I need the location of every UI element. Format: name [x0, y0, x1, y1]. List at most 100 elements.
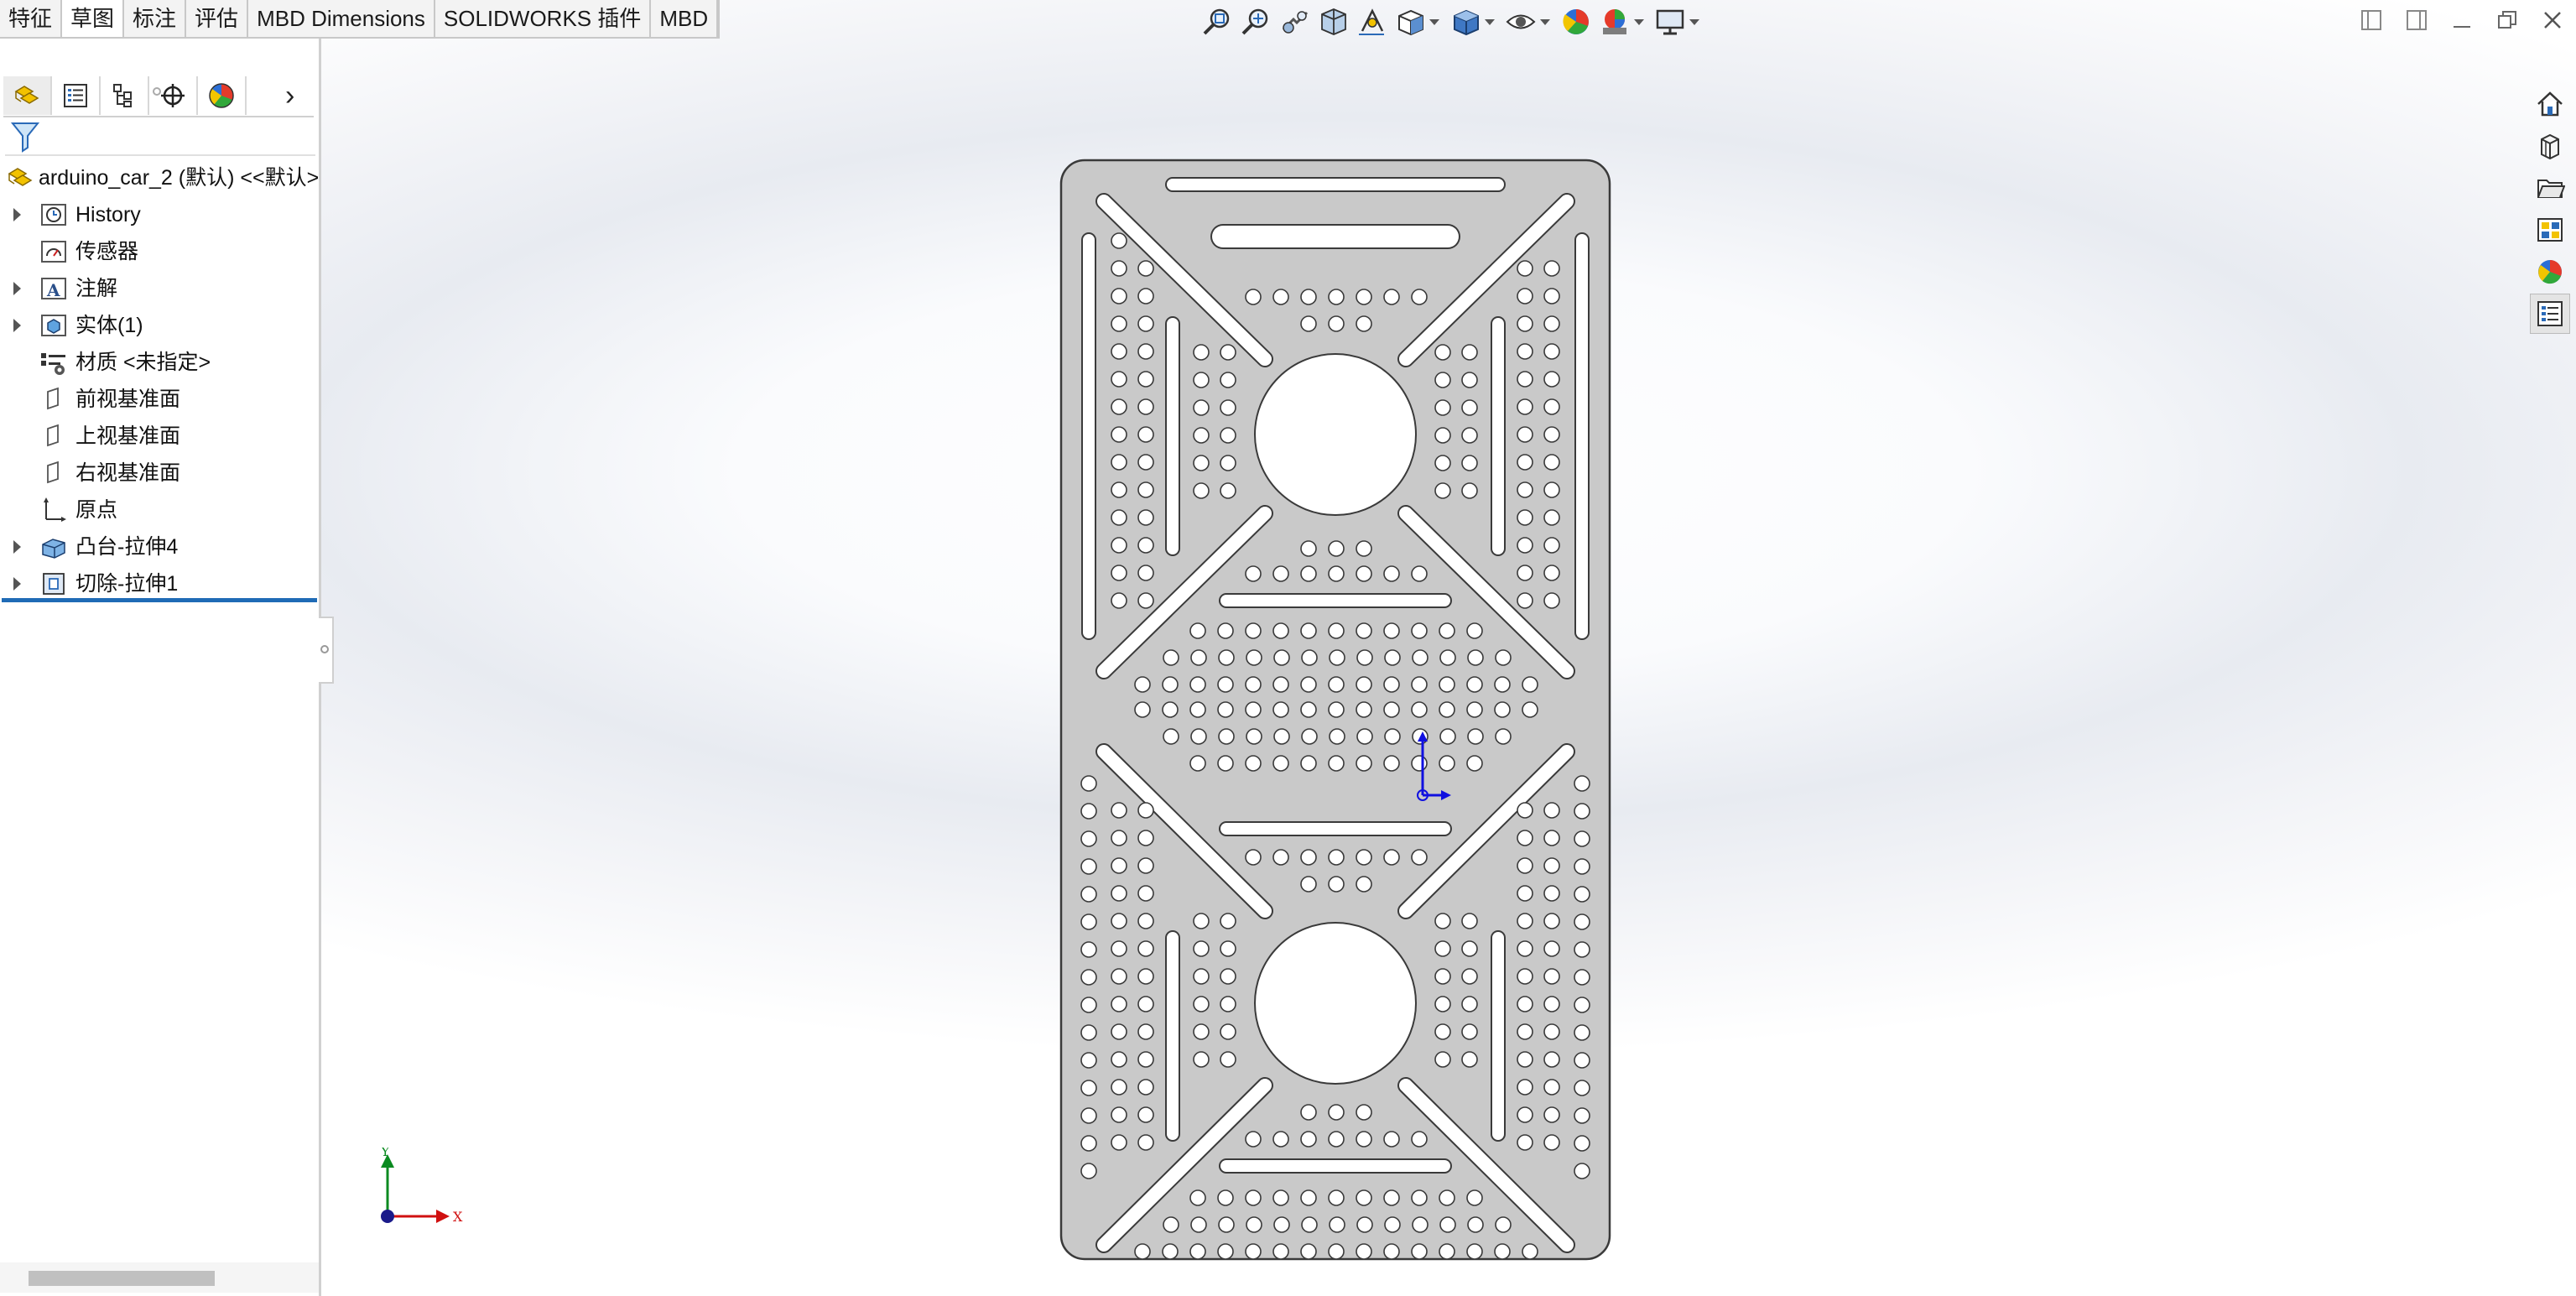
tree-item-label: 切除-拉伸1: [75, 572, 179, 596]
tree-item[interactable]: 切除-拉伸1: [0, 565, 319, 602]
expand-arrow-icon[interactable]: [13, 577, 21, 591]
feature-manager-tab[interactable]: [3, 76, 52, 115]
dimxpert-manager-tab[interactable]: [149, 76, 198, 115]
zoom-to-area-icon: [1241, 8, 1268, 35]
window-controls: [2356, 5, 2568, 35]
tile-left-icon: [2361, 10, 2381, 30]
horizontal-scrollbar[interactable]: [0, 1262, 319, 1293]
reference-triad[interactable]: Y X: [369, 1148, 470, 1231]
annotations-icon: A: [39, 273, 69, 304]
tree-filter[interactable]: [5, 117, 315, 156]
tree-item[interactable]: 实体(1): [0, 307, 319, 344]
view-palette-tab[interactable]: [2530, 210, 2570, 250]
hide-show-items-button[interactable]: [1503, 5, 1538, 39]
custom-properties-tab[interactable]: [2530, 294, 2570, 334]
expand-arrow-icon[interactable]: [13, 319, 21, 332]
command-tab[interactable]: 标注: [124, 0, 187, 37]
task-pane-home-tab[interactable]: [2530, 84, 2570, 124]
view-orientation-dropdown[interactable]: [1429, 18, 1439, 25]
configuration-manager-tab[interactable]: [101, 76, 149, 115]
restore-button[interactable]: [2492, 5, 2522, 35]
zoom-to-area-button[interactable]: [1238, 5, 1273, 39]
tree-item[interactable]: 前视基准面: [0, 381, 319, 418]
part-icon: [5, 163, 35, 193]
edit-appearance-icon: [1563, 9, 1589, 34]
hide-show-dropdown[interactable]: [1540, 18, 1550, 25]
tree-item-label: 实体(1): [75, 314, 143, 337]
previous-view-button[interactable]: [1277, 5, 1312, 39]
tree-item[interactable]: History: [0, 196, 319, 233]
chevron-right-icon[interactable]: ›: [285, 79, 294, 112]
dimxpert-icon: [161, 84, 185, 107]
view-orientation-icon: [1398, 9, 1423, 36]
tree-item[interactable]: A 注解: [0, 270, 319, 307]
file-explorer-icon: [2537, 180, 2565, 198]
tree-item-label: 前视基准面: [75, 388, 181, 411]
plane-icon: [39, 421, 69, 451]
apply-scene-button[interactable]: [1597, 5, 1632, 39]
collapse-dot-icon: [320, 645, 329, 653]
command-tab[interactable]: 草图: [62, 0, 125, 37]
minimize-button[interactable]: [2447, 5, 2477, 35]
svg-text:A: A: [46, 280, 60, 300]
close-icon: [2544, 12, 2561, 29]
tree-item-label: 凸台-拉伸4: [75, 535, 179, 559]
panel-collapse-handle[interactable]: [319, 617, 334, 684]
minimize-icon: [2454, 26, 2470, 28]
tree-item[interactable]: 传感器: [0, 233, 319, 270]
tree-item[interactable]: 凸台-拉伸4: [0, 528, 319, 565]
tile-right-button[interactable]: [2402, 5, 2432, 35]
appearances-tab[interactable]: [2530, 252, 2570, 292]
zoom-to-fit-button[interactable]: [1200, 5, 1235, 39]
property-manager-tab[interactable]: [52, 76, 101, 115]
view-orientation-button[interactable]: [1392, 5, 1428, 39]
command-tab[interactable]: MBD Dimensions: [248, 0, 435, 37]
tree-item-label: 材质 <未指定>: [75, 351, 211, 374]
section-view-icon: [1321, 8, 1346, 35]
tree-root-item[interactable]: arduino_car_2 (默认) <<默认>: [0, 159, 319, 196]
history-folder-icon: [39, 200, 69, 230]
tree-item-label: History: [75, 203, 141, 226]
command-manager-tabs: 特征 草图 标注 评估 MBD Dimensions SOLIDWORKS 插件 MBD: [0, 0, 721, 39]
expand-arrow-icon[interactable]: [13, 282, 21, 295]
close-button[interactable]: [2537, 5, 2568, 35]
tree-item[interactable]: 材质 <未指定>: [0, 344, 319, 381]
part-model[interactable]: [1059, 158, 1612, 1262]
section-view-button[interactable]: [1315, 5, 1350, 39]
design-library-tab[interactable]: [2530, 126, 2570, 166]
view-settings-dropdown[interactable]: [1689, 18, 1699, 25]
tree-item[interactable]: 原点: [0, 492, 319, 528]
configuration-manager-icon: [113, 84, 132, 107]
appearances-icon: [2538, 260, 2562, 284]
tile-left-button[interactable]: [2356, 5, 2386, 35]
origin-icon: [39, 495, 69, 525]
tree-item[interactable]: 右视基准面: [0, 455, 319, 492]
triad-x-label: X: [453, 1209, 463, 1225]
command-tab[interactable]: SOLIDWORKS 插件: [435, 0, 652, 37]
tree-item-label: arduino_car_2 (默认) <<默认>: [39, 166, 320, 190]
home-icon: [2537, 91, 2563, 117]
expand-arrow-icon[interactable]: [13, 208, 21, 221]
view-settings-button[interactable]: [1652, 5, 1688, 39]
tile-right-icon: [2407, 10, 2427, 30]
expand-arrow-icon[interactable]: [13, 540, 21, 554]
apply-scene-dropdown[interactable]: [1634, 18, 1644, 25]
edit-appearance-button[interactable]: [1559, 5, 1594, 39]
display-style-dropdown[interactable]: [1485, 18, 1495, 25]
display-style-button[interactable]: [1448, 5, 1483, 39]
zoom-to-fit-icon: [1203, 8, 1230, 35]
tree-item[interactable]: 上视基准面: [0, 418, 319, 455]
z-axis-dot-icon: [381, 1210, 394, 1223]
tree-item-label: 注解: [75, 277, 118, 300]
command-tab[interactable]: 评估: [186, 0, 249, 37]
command-tab[interactable]: 特征: [0, 0, 63, 37]
tree-item-label: 传感器: [75, 240, 139, 263]
rollback-bar[interactable]: [2, 598, 317, 602]
display-manager-tab[interactable]: [198, 76, 247, 115]
manager-tabs: [3, 75, 314, 117]
file-explorer-tab[interactable]: [2530, 168, 2570, 208]
dynamic-annotation-button[interactable]: [1354, 5, 1389, 39]
cut-extrude-icon: [39, 569, 69, 599]
scrollbar-thumb[interactable]: [29, 1271, 215, 1286]
command-tab[interactable]: MBD: [651, 0, 719, 37]
